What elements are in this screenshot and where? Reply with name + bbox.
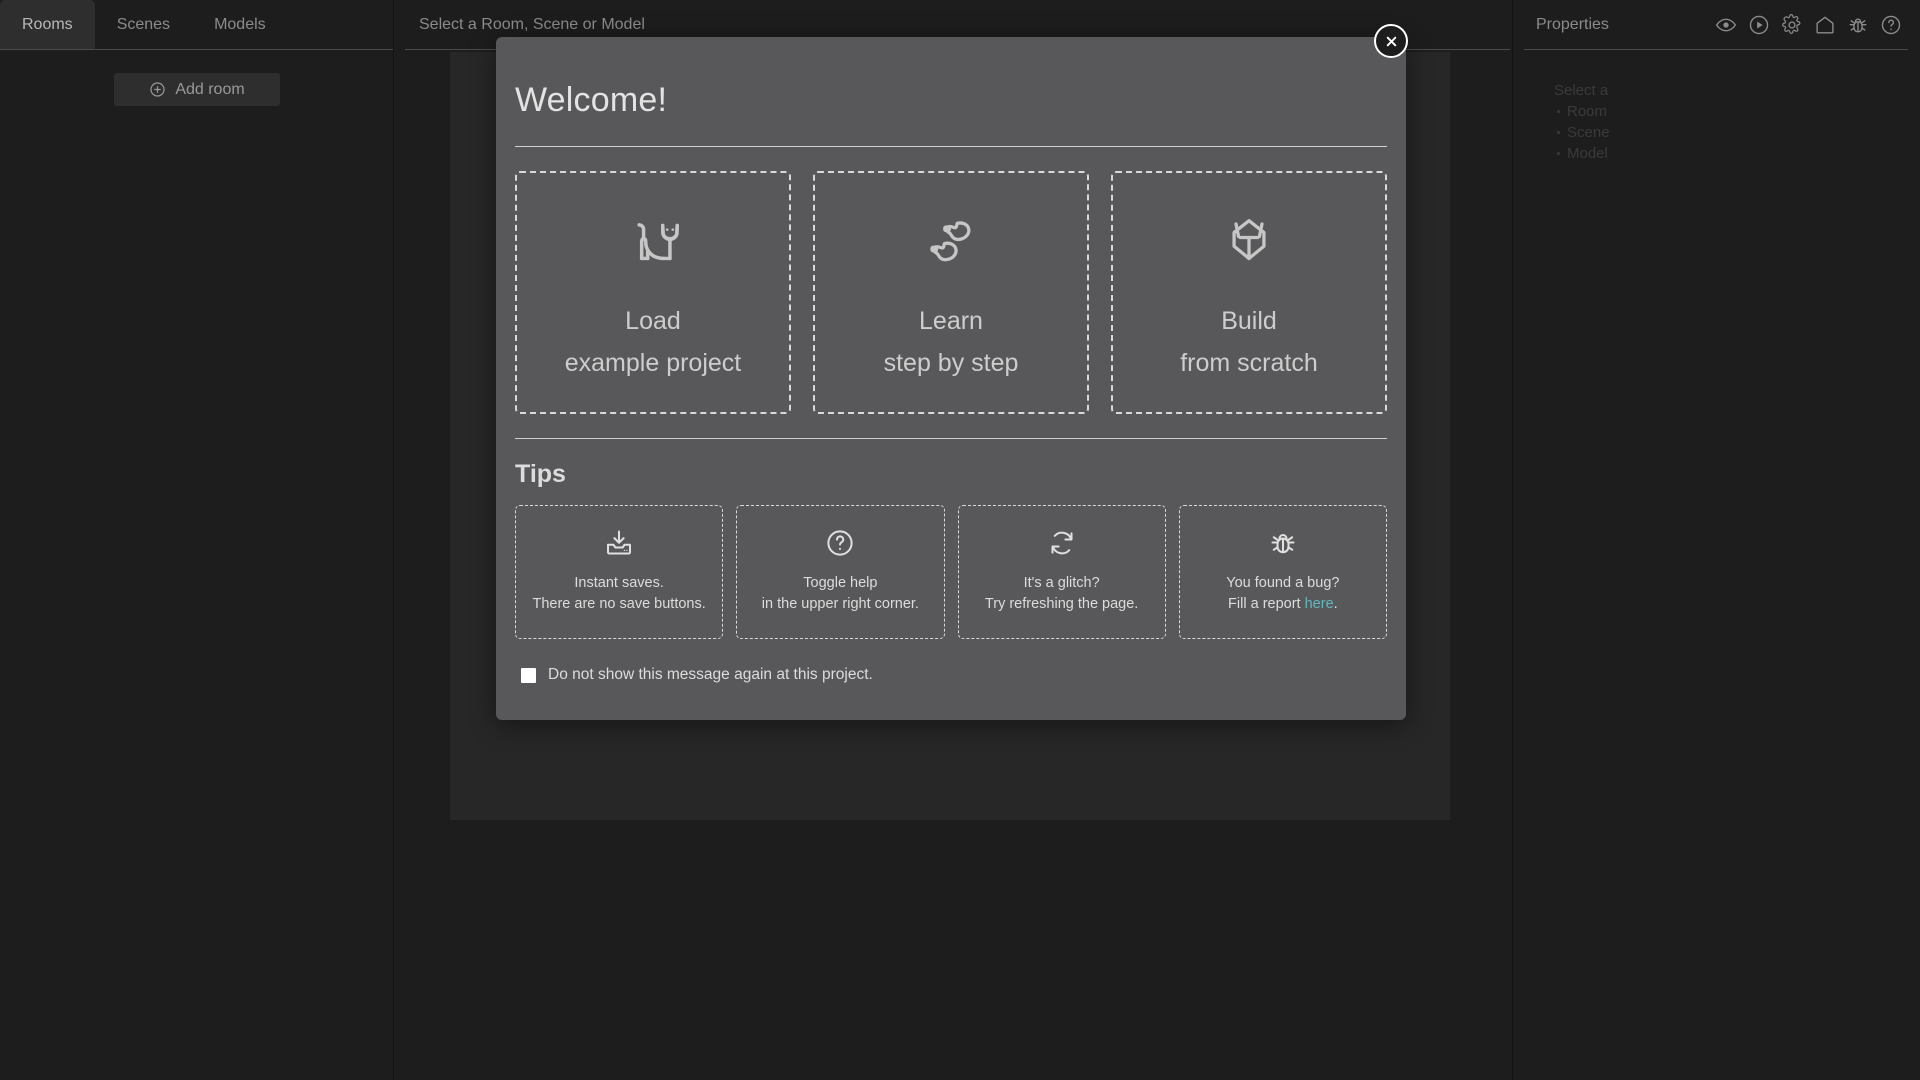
empty-state-item-model-label: Model: [1567, 145, 1608, 162]
tip-line2: Fill a report here.: [1226, 594, 1339, 615]
option-label-line2: from scratch: [1180, 349, 1318, 377]
properties-header-divider: [1524, 49, 1908, 50]
empty-state-item-scene: Scene: [1554, 122, 1920, 143]
tip-line1: Instant saves.: [574, 575, 664, 591]
sidebar-tab-bar: Rooms Scenes Models: [0, 0, 394, 50]
bullet-dot-icon: [1557, 110, 1560, 113]
tip-card-instant-saves-text: Instant saves. There are no save buttons…: [532, 573, 705, 615]
tip-line2: There are no save buttons.: [532, 596, 706, 612]
properties-header: Properties: [1512, 0, 1920, 50]
tab-scenes[interactable]: Scenes: [95, 0, 192, 50]
tab-models-label: Models: [214, 16, 266, 33]
tip-line2-pre: Fill a report: [1228, 596, 1305, 612]
help-circle-icon[interactable]: [1880, 14, 1902, 36]
empty-state-item-room-label: Room: [1567, 103, 1608, 120]
tip-line2: in the upper right corner.: [761, 596, 919, 612]
option-card-build-from-scratch-label: Build from scratch: [1180, 300, 1318, 384]
tip-line2-post: .: [1333, 596, 1338, 612]
tip-card-toggle-help-text: Toggle help in the upper right corner.: [762, 573, 919, 615]
properties-toolbar: [1715, 14, 1902, 36]
knight-helmet-icon: [1218, 210, 1280, 272]
tip-card-toggle-help: Toggle help in the upper right corner.: [736, 505, 945, 639]
tab-rooms-label: Rooms: [22, 16, 73, 33]
refresh-icon: [1047, 528, 1077, 558]
add-room-label: Add room: [175, 80, 245, 98]
left-sidebar: Rooms Scenes Models Add room: [0, 0, 394, 1080]
empty-state-item-room: Room: [1554, 101, 1920, 122]
close-icon: [1385, 35, 1398, 48]
page-title: Properties: [1536, 16, 1609, 33]
footprints-icon: [920, 210, 982, 272]
save-download-icon: [604, 528, 634, 558]
play-circle-icon[interactable]: [1748, 14, 1770, 36]
home-icon[interactable]: [1814, 14, 1836, 36]
tip-card-found-bug: You found a bug? Fill a report here.: [1178, 505, 1387, 639]
tip-line1: You found a bug?: [1226, 575, 1340, 591]
option-card-list: Load example project Learn step by step: [496, 147, 1406, 414]
option-card-load-example-label: Load example project: [565, 300, 741, 384]
option-card-build-from-scratch[interactable]: Build from scratch: [1111, 171, 1387, 414]
bug-icon[interactable]: [1847, 14, 1869, 36]
tab-scenes-label: Scenes: [116, 16, 171, 33]
option-label-line1: Load: [625, 307, 681, 335]
app-root: Rooms Scenes Models Add room Select a Ro…: [0, 0, 1920, 1080]
bug-report-link[interactable]: here: [1305, 596, 1334, 612]
option-label-line2: step by step: [883, 349, 1019, 377]
plus-circle-icon: [149, 81, 166, 98]
option-card-load-example[interactable]: Load example project: [515, 171, 791, 414]
bug-icon: [1268, 528, 1298, 558]
dont-show-again-label[interactable]: Do not show this message again at this p…: [548, 666, 873, 684]
right-properties-panel: Properties Select a Room Scene Model: [1512, 0, 1920, 1080]
properties-empty-state: Select a Room Scene Model: [1512, 50, 1920, 164]
close-button[interactable]: [1374, 24, 1408, 58]
tip-line2: Try refreshing the page.: [984, 596, 1139, 612]
option-card-learn-step-by-step-label: Learn step by step: [884, 300, 1019, 384]
modal-title: Welcome!: [515, 81, 668, 119]
eye-icon[interactable]: [1715, 14, 1737, 36]
tip-card-glitch-refresh-text: It's a glitch? Try refreshing the page.: [985, 573, 1138, 615]
tip-card-instant-saves: Instant saves. There are no save buttons…: [515, 505, 724, 639]
question-circle-icon: [825, 528, 855, 558]
tab-bar-divider: [0, 49, 394, 50]
tab-rooms[interactable]: Rooms: [0, 0, 95, 50]
option-label-line2: example project: [564, 349, 742, 377]
option-card-learn-step-by-step[interactable]: Learn step by step: [813, 171, 1089, 414]
option-label-line1: Build: [1221, 307, 1277, 335]
option-label-line1: Learn: [919, 307, 983, 335]
add-room-button[interactable]: Add room: [114, 73, 280, 106]
right-panel-divider: [1512, 0, 1513, 1080]
gear-icon[interactable]: [1781, 14, 1803, 36]
welcome-modal: Welcome! Load example project Learn step…: [496, 37, 1406, 720]
tip-line1: Toggle help: [803, 575, 878, 591]
tip-line1: It's a glitch?: [1023, 575, 1100, 591]
bullet-dot-icon: [1557, 152, 1560, 155]
empty-state-item-model: Model: [1554, 143, 1920, 164]
bullet-dot-icon: [1557, 131, 1560, 134]
left-panel-divider: [393, 0, 394, 1080]
tip-card-list: Instant saves. There are no save buttons…: [496, 489, 1406, 639]
tab-models[interactable]: Models: [192, 0, 288, 50]
empty-state-heading: Select a: [1554, 82, 1609, 99]
center-title: Select a Room, Scene or Model: [419, 16, 645, 33]
cat-icon: [622, 210, 684, 272]
empty-state-item-scene-label: Scene: [1567, 124, 1610, 141]
tips-heading: Tips: [515, 460, 566, 488]
add-room-container: Add room: [0, 73, 394, 106]
tip-card-glitch-refresh: It's a glitch? Try refreshing the page.: [957, 505, 1166, 639]
tip-card-found-bug-text: You found a bug? Fill a report here.: [1226, 573, 1339, 615]
dont-show-again-row: Do not show this message again at this p…: [496, 639, 1406, 684]
dont-show-again-checkbox[interactable]: [521, 667, 536, 683]
